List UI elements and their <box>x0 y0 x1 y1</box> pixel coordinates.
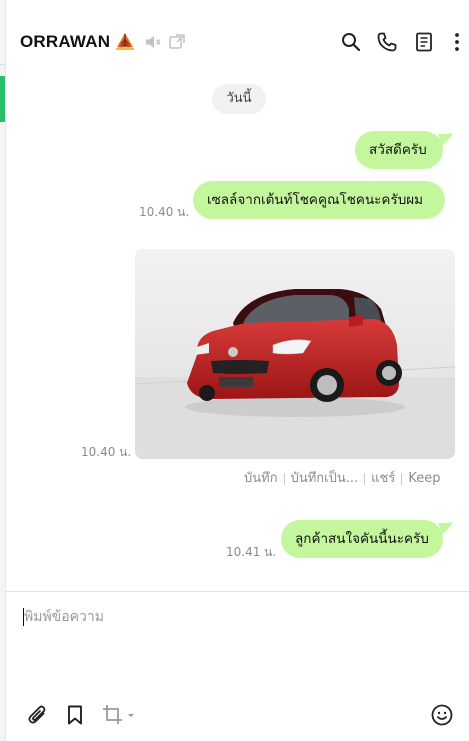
image-actions: บันทึก บันทึกเป็น... แชร์ Keep <box>244 467 440 488</box>
bubble-tail <box>438 522 453 534</box>
notes-icon[interactable] <box>412 30 436 54</box>
keep-action[interactable]: Keep <box>408 471 440 486</box>
message-time: 10.40 น. <box>139 205 190 219</box>
save-image-action[interactable]: บันทึก <box>244 471 278 486</box>
sidebar-divider <box>0 64 5 65</box>
active-chat-indicator <box>0 76 5 122</box>
message-bubble[interactable]: เซลล์จากเต้นท์โชคคูณโชคนะครับผม <box>193 181 445 219</box>
composer-divider <box>6 591 469 592</box>
more-icon[interactable] <box>445 30 469 54</box>
bubble-tail <box>438 133 453 145</box>
car-image <box>135 249 455 459</box>
message-time: 10.40 น. <box>81 445 132 459</box>
message-time: 10.41 น. <box>226 545 277 559</box>
share-action[interactable]: แชร์ <box>371 471 395 486</box>
leaf-emoji-icon <box>116 33 134 50</box>
chat-title: ORRAWAN <box>20 32 111 51</box>
message-bubble[interactable]: ลูกค้าสนใจคันนี้นะครับ <box>281 520 443 558</box>
message-input[interactable] <box>24 600 444 634</box>
bookmark-icon[interactable] <box>63 703 87 727</box>
message-bubble[interactable]: สวัสดีครับ <box>355 131 443 169</box>
action-separator <box>401 472 403 485</box>
phone-icon[interactable] <box>375 30 399 54</box>
date-separator: วันนี้ <box>212 84 266 114</box>
action-separator <box>283 472 285 485</box>
action-separator <box>364 472 366 485</box>
emoji-icon[interactable] <box>430 703 454 727</box>
crop-icon[interactable] <box>101 703 137 727</box>
paperclip-icon[interactable] <box>26 703 50 727</box>
car-photo[interactable] <box>135 249 455 459</box>
mute-icon[interactable] <box>144 33 162 51</box>
save-as-action[interactable]: บันทึกเป็น... <box>291 471 359 486</box>
popout-icon[interactable] <box>168 33 186 51</box>
chat-header: ORRAWAN <box>6 0 469 84</box>
search-icon[interactable] <box>339 30 363 54</box>
